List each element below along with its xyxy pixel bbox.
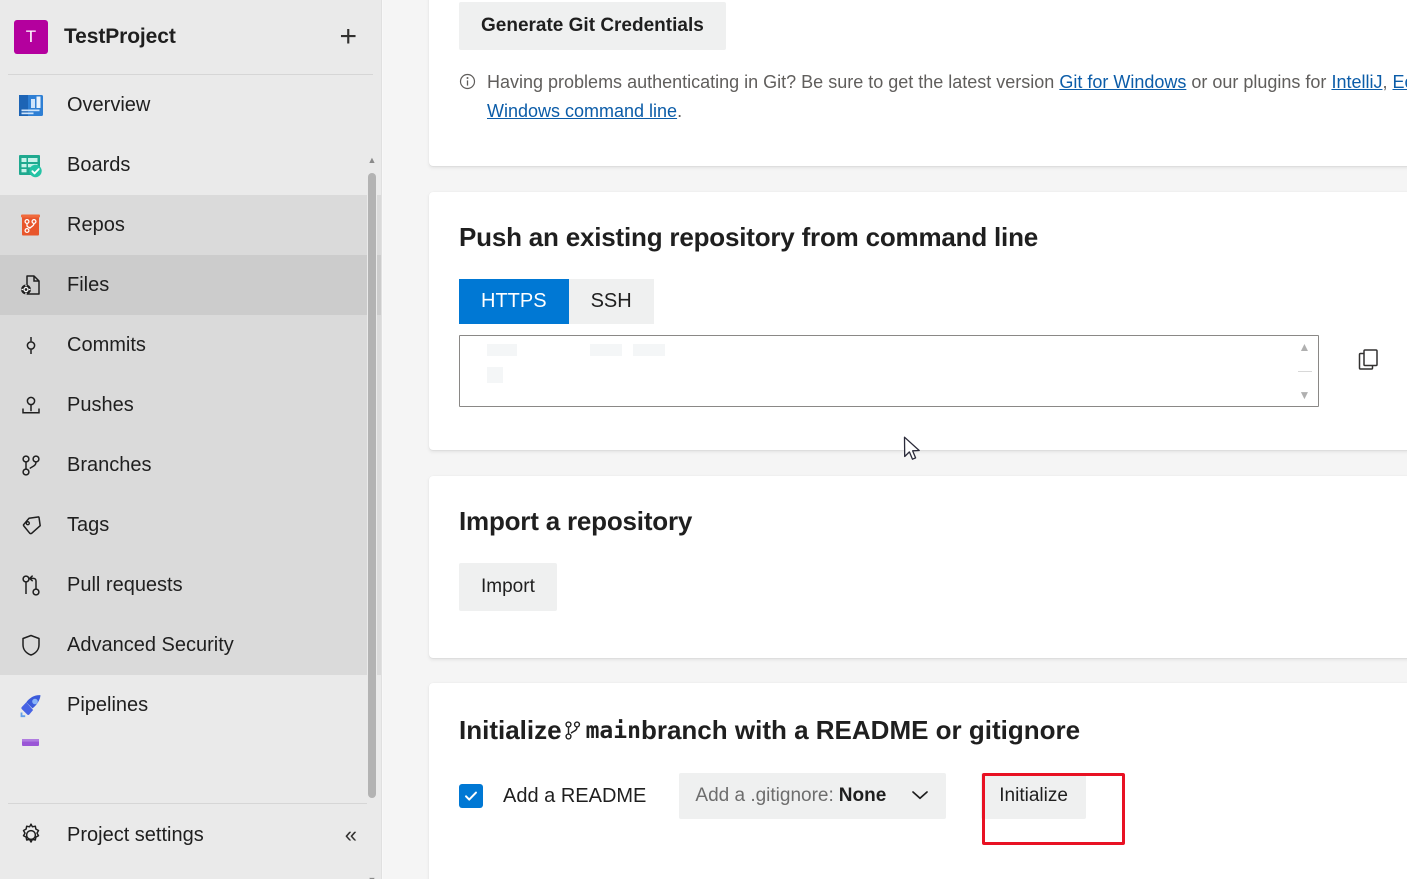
sidebar-item-label: Pushes (67, 394, 134, 417)
loading-placeholder (633, 344, 665, 356)
sidebar-item-tags[interactable]: Tags (0, 495, 381, 555)
eclipse-link[interactable]: Ec (1392, 72, 1407, 92)
sidebar-item-label: Commits (67, 334, 146, 357)
sidebar-item-files[interactable]: Files (0, 255, 381, 315)
overview-icon (12, 86, 50, 124)
sidebar-item-overview[interactable]: Overview (0, 75, 381, 135)
push-card-title: Push an existing repository from command… (459, 222, 1382, 253)
sidebar-item-commits[interactable]: Commits (0, 315, 381, 375)
caret-up-icon[interactable]: ▲ (1299, 341, 1311, 353)
tab-ssh[interactable]: SSH (569, 279, 654, 324)
add-readme-checkbox[interactable] (459, 784, 483, 808)
tab-https[interactable]: HTTPS (459, 279, 569, 324)
files-icon (12, 266, 50, 304)
sidebar-item-repos[interactable]: Repos (0, 195, 381, 255)
pushes-icon (12, 386, 50, 424)
sidebar-scrollbar[interactable]: ▲ ▼ (367, 155, 377, 879)
initialize-title-prefix: Initialize (459, 715, 562, 746)
git-for-windows-link[interactable]: Git for Windows (1059, 72, 1186, 92)
shield-icon (12, 626, 50, 664)
branch-icon (562, 718, 584, 744)
windows-command-line-link[interactable]: Windows command line (487, 101, 677, 121)
sidebar-item-label: Pipelines (67, 694, 148, 717)
import-button[interactable]: Import (459, 563, 557, 611)
scrollbar-thumb[interactable] (368, 173, 376, 798)
repos-icon (12, 206, 50, 244)
info-prefix: Having problems authenticating in Git? B… (487, 72, 1059, 92)
caret-down-icon[interactable]: ▼ (1299, 389, 1311, 401)
sidebar-item-label: Project settings (67, 824, 204, 847)
textbox-scroll-spinner[interactable]: ▲ ▼ (1291, 337, 1317, 405)
project-header: T TestProject + (0, 0, 381, 74)
tags-icon (12, 506, 50, 544)
sidebar-item-pull-requests[interactable]: Pull requests (0, 555, 381, 615)
sidebar-item-branches[interactable]: Branches (0, 435, 381, 495)
commits-icon (12, 326, 50, 364)
generate-git-credentials-button[interactable]: Generate Git Credentials (459, 2, 726, 50)
git-auth-info: Having problems authenticating in Git? B… (459, 50, 1382, 126)
sidebar-item-label: Advanced Security (67, 634, 234, 657)
sidebar-item-label: Files (67, 274, 109, 297)
sidebar-item-advanced-security[interactable]: Advanced Security (0, 615, 381, 675)
main-content: Generate Git Credentials Having problems… (383, 0, 1407, 879)
protocol-pivot: HTTPS SSH (459, 279, 1382, 324)
initialize-card-title: Initialize main branch with a README or … (459, 715, 1382, 746)
sidebar-item-pushes[interactable]: Pushes (0, 375, 381, 435)
gitignore-dropdown-prefix: Add a .gitignore: (695, 785, 833, 807)
import-repository-card: Import a repository Import (429, 476, 1407, 658)
gitignore-dropdown-value: None (839, 785, 887, 807)
sidebar-nav: Overview Boards (0, 75, 381, 803)
caret-up-icon[interactable]: ▲ (367, 155, 377, 165)
sidebar-item-boards[interactable]: Boards (0, 135, 381, 195)
initialize-controls-row: Add a README Add a .gitignore: None Init… (459, 773, 1382, 819)
spinner-divider (1298, 371, 1312, 372)
sidebar-item-label: Pull requests (67, 574, 183, 597)
intellij-link[interactable]: IntelliJ (1331, 72, 1382, 92)
info-mid: or our plugins for (1186, 72, 1331, 92)
push-commands-textbox[interactable]: ▲ ▼ (459, 335, 1319, 407)
copy-icon[interactable] (1356, 347, 1382, 378)
info-icon (459, 73, 477, 126)
sidebar-item-label: Branches (67, 454, 152, 477)
test-plans-icon (12, 735, 50, 751)
repos-section: Repos Files (0, 195, 381, 675)
pipelines-icon (12, 686, 50, 724)
project-sidebar: T TestProject + Overview (0, 0, 382, 879)
branches-icon (12, 446, 50, 484)
sidebar-item-label: Boards (67, 154, 130, 177)
info-period: . (677, 101, 682, 121)
loading-placeholder (590, 344, 622, 356)
branch-name: main (586, 718, 641, 744)
initialize-button[interactable]: Initialize (981, 773, 1086, 819)
boards-icon (12, 146, 50, 184)
git-auth-info-text: Having problems authenticating in Git? B… (487, 68, 1407, 126)
initialize-repository-card: Initialize main branch with a README or … (429, 683, 1407, 879)
loading-placeholder (487, 344, 517, 356)
gear-icon (12, 816, 50, 854)
sidebar-item-label: Repos (67, 214, 125, 237)
collapse-sidebar-icon[interactable]: « (345, 822, 357, 848)
git-credentials-card: Generate Git Credentials Having problems… (429, 0, 1407, 166)
initialize-title-suffix: branch with a README or gitignore (641, 715, 1080, 746)
add-new-button[interactable]: + (339, 22, 357, 52)
push-existing-repository-card: Push an existing repository from command… (429, 192, 1407, 450)
project-avatar: T (14, 20, 48, 54)
sidebar-item-project-settings[interactable]: Project settings « (0, 804, 381, 866)
import-card-title: Import a repository (459, 506, 1382, 537)
pull-requests-icon (12, 566, 50, 604)
sidebar-item-label: Overview (67, 94, 150, 117)
loading-placeholder (487, 367, 503, 383)
project-name: TestProject (64, 25, 176, 49)
info-comma: , (1382, 72, 1392, 92)
caret-down-icon[interactable]: ▼ (367, 875, 377, 879)
chevron-down-icon (910, 788, 930, 805)
sidebar-item-label: Tags (67, 514, 109, 537)
sidebar-item-pipelines[interactable]: Pipelines (0, 675, 381, 735)
add-readme-label: Add a README (503, 785, 646, 808)
gitignore-dropdown[interactable]: Add a .gitignore: None (679, 773, 946, 819)
sidebar-item-partial[interactable] (0, 735, 381, 775)
